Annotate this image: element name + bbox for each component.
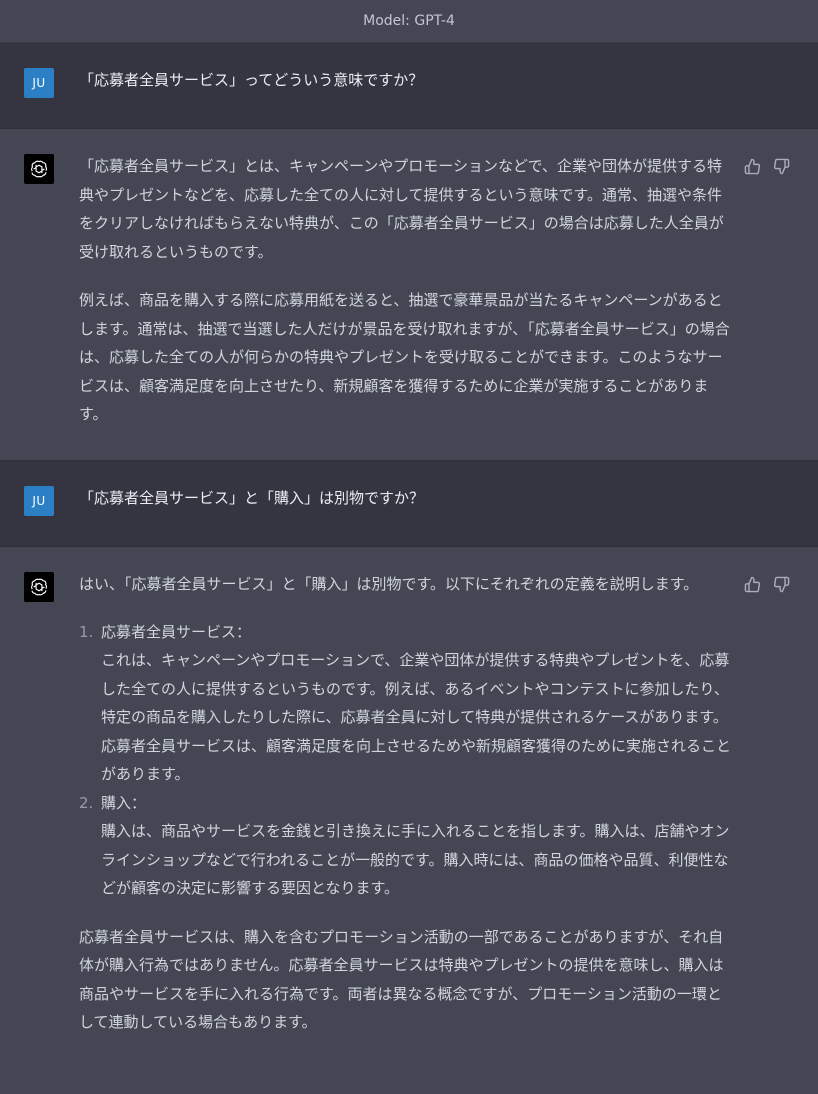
list-number: 2. [79,793,94,812]
feedback-buttons [744,576,790,593]
assistant-paragraph: 例えば、商品を購入する際に応募用紙を送ると、抽選で豪華景品が当たるキャンペーンが… [79,291,730,423]
user-message-text: 「応募者全員サービス」ってどういう意味ですか？ [79,71,424,89]
feedback-buttons [744,158,790,175]
list-item-desc: これは、キャンペーンやプロモーションで、企業や団体が提供する特典やプレゼントを、… [101,651,732,783]
list-number: 1. [79,622,94,641]
list-item-title: 購入： [101,793,147,812]
definition-list: 1. 応募者全員サービス： これは、キャンペーンやプロモーションで、企業や団体が… [79,618,731,903]
list-item: 1. 応募者全員サービス： これは、キャンペーンやプロモーションで、企業や団体が… [79,618,731,789]
user-message: JU 「応募者全員サービス」と「購入」は別物ですか？ [0,461,818,547]
list-item: 2. 購入： 購入は、商品やサービスを金銭と引き換えに手に入れることを指します。… [79,789,731,903]
assistant-message: 「応募者全員サービス」とは、キャンペーンやプロモーションなどで、企業や団体が提供… [0,129,818,461]
user-avatar: JU [24,486,54,516]
openai-logo-icon [24,154,54,184]
user-message-text: 「応募者全員サービス」と「購入」は別物ですか？ [79,489,425,507]
list-item-title: 応募者全員サービス： [101,622,252,641]
list-item-desc: 購入は、商品やサービスを金銭と引き換えに手に入れることを指します。購入は、店舗や… [101,822,730,897]
openai-logo-icon [24,572,54,602]
assistant-intro: はい、「応募者全員サービス」と「購入」は別物です。以下にそれぞれの定義を説明しま… [79,575,699,593]
user-avatar: JU [24,68,54,98]
model-label: Model: GPT-4 [363,13,455,29]
assistant-outro: 応募者全員サービスは、購入を含むプロモーション活動の一部であることがありますが、… [79,927,724,1032]
thumbs-down-icon[interactable] [773,576,790,593]
thumbs-up-icon[interactable] [744,158,761,175]
assistant-paragraph: 「応募者全員サービス」とは、キャンペーンやプロモーションなどで、企業や団体が提供… [79,157,724,261]
model-indicator: Model: GPT-4 [0,0,818,43]
thumbs-down-icon[interactable] [773,158,790,175]
user-message: JU 「応募者全員サービス」ってどういう意味ですか？ [0,43,818,129]
assistant-message: はい、「応募者全員サービス」と「購入」は別物です。以下にそれぞれの定義を説明しま… [0,547,818,1094]
thumbs-up-icon[interactable] [744,576,761,593]
